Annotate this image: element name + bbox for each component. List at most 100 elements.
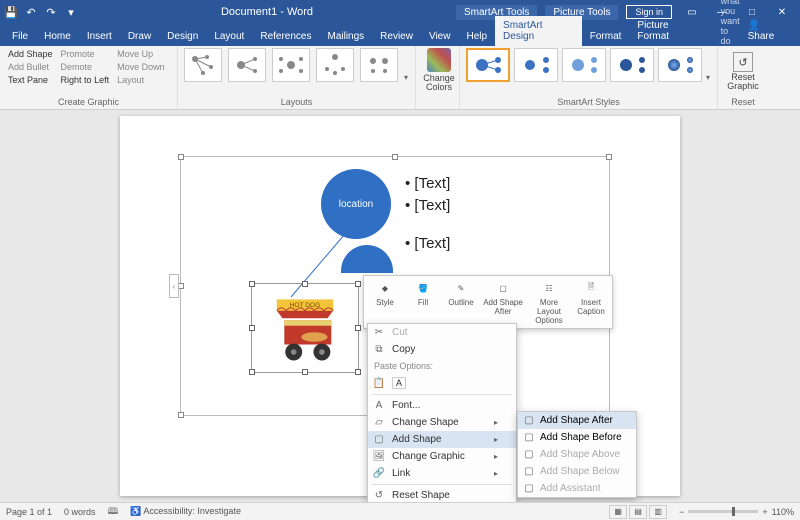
sub-add-before[interactable]: ▢Add Shape Before	[518, 429, 636, 446]
resize-handle[interactable]	[355, 281, 361, 287]
redo-icon[interactable]: ↷	[44, 5, 58, 19]
mini-fill-button[interactable]: 🪣Fill	[405, 279, 441, 325]
ctx-add-shape[interactable]: ▢Add Shape▸	[368, 431, 516, 448]
tab-insert[interactable]: Insert	[79, 27, 120, 46]
print-layout-icon[interactable]: ▤	[629, 505, 647, 519]
resize-handle[interactable]	[302, 369, 308, 375]
mini-style-button[interactable]: ◆Style	[367, 279, 403, 325]
tab-review[interactable]: Review	[372, 27, 421, 46]
resize-handle[interactable]	[302, 281, 308, 287]
read-mode-icon[interactable]: ▦	[609, 505, 627, 519]
add-shape-icon: ▢	[494, 279, 512, 297]
share-button[interactable]: 👤 Share	[740, 16, 796, 46]
page-count[interactable]: Page 1 of 1	[6, 507, 52, 517]
ctx-cut: ✂Cut	[368, 324, 516, 341]
language-icon[interactable]: 🕮	[108, 504, 119, 520]
reset-graphic-button[interactable]: ↺ Reset Graphic	[724, 48, 762, 91]
smartart-frame[interactable]: ‹ location [Text] [Text] [Text] [Text] […	[180, 156, 610, 416]
layout-option-2[interactable]	[228, 48, 266, 82]
layout-option-1[interactable]	[184, 48, 222, 82]
ctx-reset-shape[interactable]: ↺Reset Shape	[368, 487, 516, 502]
style-option-1[interactable]	[466, 48, 510, 82]
undo-icon[interactable]: ↶	[24, 5, 38, 19]
palette-icon	[427, 48, 451, 72]
zoom-in-icon[interactable]: +	[762, 507, 767, 517]
resize-handle[interactable]	[249, 281, 255, 287]
qat-dropdown-icon[interactable]: ▾	[64, 5, 78, 19]
text-pane-toggle[interactable]: ‹	[169, 274, 179, 298]
style-option-3[interactable]	[562, 48, 606, 82]
quick-access-toolbar: 💾 ↶ ↷ ▾	[4, 5, 78, 19]
layout-option-5[interactable]	[360, 48, 398, 82]
picture-frame[interactable]: HOT DOG	[251, 283, 359, 373]
styles-more-icon[interactable]: ▾	[706, 73, 710, 82]
tab-references[interactable]: References	[252, 27, 319, 46]
zoom-slider[interactable]	[688, 510, 758, 513]
resize-handle[interactable]	[606, 154, 612, 160]
page[interactable]: ‹ location [Text] [Text] [Text] [Text] […	[120, 116, 680, 496]
sub-add-above: ▢Add Shape Above	[518, 446, 636, 463]
move-down-button: Move Down	[115, 61, 167, 73]
shape-icon: ▱	[372, 417, 386, 428]
layout-option-3[interactable]	[272, 48, 310, 82]
tab-view[interactable]: View	[421, 27, 459, 46]
change-colors-button[interactable]: Change Colors	[422, 48, 456, 92]
tab-file[interactable]: File	[4, 27, 36, 46]
tab-help[interactable]: Help	[458, 27, 495, 46]
zoom-out-icon[interactable]: −	[679, 507, 684, 517]
tab-draw[interactable]: Draw	[120, 27, 159, 46]
tab-format[interactable]: Format	[582, 27, 630, 46]
layout-option-4[interactable]	[316, 48, 354, 82]
tab-design[interactable]: Design	[159, 27, 206, 46]
mini-layout-button[interactable]: ☷More Layout Options	[527, 279, 571, 325]
ctx-paste-option[interactable]: 📋A	[368, 374, 516, 392]
group-change-colors: Change Colors	[416, 46, 460, 109]
bullet-text[interactable]: [Text]	[405, 173, 450, 195]
resize-handle[interactable]	[178, 412, 184, 418]
save-icon[interactable]: 💾	[4, 5, 18, 19]
style-option-2[interactable]	[514, 48, 558, 82]
ctx-copy[interactable]: ⧉Copy	[368, 341, 516, 358]
ctx-change-shape[interactable]: ▱Change Shape▸	[368, 414, 516, 431]
add-icon: ▢	[522, 415, 536, 426]
group-create-graphic: Add Shape Add Bullet Text Pane Promote D…	[0, 46, 178, 109]
web-layout-icon[interactable]: ▥	[649, 505, 667, 519]
graphic-icon: 🖼	[372, 451, 386, 462]
ctx-link[interactable]: 🔗Link▸	[368, 465, 516, 482]
tab-layout[interactable]: Layout	[206, 27, 252, 46]
group-layouts: ▾ Layouts	[178, 46, 416, 109]
document-area[interactable]: ‹ location [Text] [Text] [Text] [Text] […	[0, 110, 800, 502]
resize-handle[interactable]	[392, 154, 398, 160]
text-pane-button[interactable]: Text Pane	[6, 74, 55, 86]
zoom-level[interactable]: 110%	[772, 507, 794, 517]
document-title: Document1 - Word	[78, 6, 456, 18]
tab-smartart-design[interactable]: SmartArt Design	[495, 16, 582, 46]
ctx-font[interactable]: AFont...	[368, 397, 516, 414]
rtl-button[interactable]: Right to Left	[59, 74, 112, 86]
tell-me-field[interactable]: 💡 Tell me what you want to do	[709, 0, 740, 46]
ctx-change-graphic[interactable]: 🖼Change Graphic▸	[368, 448, 516, 465]
accessibility-status[interactable]: ♿ Accessibility: Investigate	[130, 506, 241, 517]
resize-handle[interactable]	[249, 369, 255, 375]
bullet-text[interactable]: [Text]	[405, 195, 450, 217]
tab-picture-format[interactable]: Picture Format	[629, 16, 708, 46]
add-shape-button[interactable]: Add Shape	[6, 48, 55, 60]
layouts-more-icon[interactable]: ▾	[404, 73, 408, 82]
tab-home[interactable]: Home	[36, 27, 79, 46]
resize-handle[interactable]	[355, 369, 361, 375]
mini-add-shape-button[interactable]: ▢Add Shape After	[481, 279, 525, 325]
resize-handle[interactable]	[178, 154, 184, 160]
reset-icon: ↺	[733, 52, 753, 72]
sub-add-after[interactable]: ▢Add Shape After	[518, 412, 636, 429]
status-bar: Page 1 of 1 0 words 🕮 ♿ Accessibility: I…	[0, 502, 800, 520]
layout-button: Layout	[115, 74, 167, 86]
mini-outline-button[interactable]: ✎Outline	[443, 279, 479, 325]
resize-handle[interactable]	[249, 325, 255, 331]
style-option-5[interactable]	[658, 48, 702, 82]
mini-caption-button[interactable]: 🗎Insert Caption	[573, 279, 609, 325]
bullet-text[interactable]: [Text]	[405, 233, 450, 255]
word-count[interactable]: 0 words	[64, 507, 96, 517]
resize-handle[interactable]	[355, 325, 361, 331]
style-option-4[interactable]	[610, 48, 654, 82]
tab-mailings[interactable]: Mailings	[319, 27, 372, 46]
